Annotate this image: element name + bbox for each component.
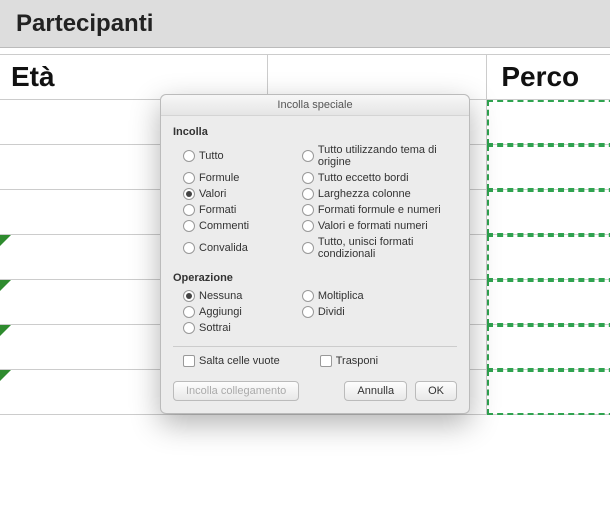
radio-icon	[302, 204, 314, 216]
radio-icon	[183, 220, 195, 232]
paste-option-tutto[interactable]: Tutto	[183, 144, 294, 168]
transpose-label: Trasponi	[336, 355, 378, 367]
radio-icon	[302, 188, 314, 200]
cell-perco[interactable]: 45	[487, 145, 610, 190]
op-option-moltiplica[interactable]: Moltiplica	[302, 290, 457, 302]
paste-option-label: Commenti	[199, 220, 249, 232]
radio-icon	[183, 172, 195, 184]
paste-option-valori_formati_numeri[interactable]: Valori e formati numeri	[302, 220, 457, 232]
cell-perco[interactable]: 23	[487, 100, 610, 145]
paste-option-label: Tutto, unisci formati condizionali	[318, 236, 457, 260]
op-option-dividi[interactable]: Dividi	[302, 306, 457, 318]
op-option-label: Aggiungi	[199, 306, 242, 318]
paste-option-label: Tutto utilizzando tema di origine	[318, 144, 457, 168]
radio-icon	[183, 322, 195, 334]
radio-icon	[302, 172, 314, 184]
paste-option-label: Larghezza colonne	[318, 188, 411, 200]
op-option-label: Sottrai	[199, 322, 231, 334]
paste-option-larghezza_colonne[interactable]: Larghezza colonne	[302, 188, 457, 200]
paste-link-button[interactable]: Incolla collegamento	[173, 381, 299, 401]
cell-perco[interactable]: 43	[487, 370, 610, 415]
cell-perco[interactable]: 32	[487, 190, 610, 235]
paste-option-label: Formati	[199, 204, 236, 216]
paste-option-label: Valori	[199, 188, 226, 200]
paste-option-tutto_condizionali[interactable]: Tutto, unisci formati condizionali	[302, 236, 457, 260]
transpose-checkbox[interactable]: Trasponi	[320, 355, 378, 367]
section-paste-label: Incolla	[173, 126, 457, 138]
paste-option-label: Convalida	[199, 242, 248, 254]
paste-option-formati_formule_numeri[interactable]: Formati formule e numeri	[302, 204, 457, 216]
checkbox-icon	[320, 355, 332, 367]
paste-options-group: Tutto Tutto utilizzando tema di origine Fo…	[183, 144, 457, 260]
op-option-label: Nessuna	[199, 290, 242, 302]
paste-option-valori[interactable]: Valori	[183, 188, 294, 200]
op-option-sottrai[interactable]: Sottrai	[183, 322, 294, 334]
radio-icon	[183, 204, 195, 216]
radio-icon	[302, 242, 314, 254]
header-eta[interactable]: Età	[0, 55, 268, 100]
op-option-label: Dividi	[318, 306, 345, 318]
section-operation-label: Operazione	[173, 272, 457, 284]
ok-button[interactable]: OK	[415, 381, 457, 401]
radio-icon	[183, 242, 195, 254]
cell-perco[interactable]: 21	[487, 280, 610, 325]
paste-option-label: Formule	[199, 172, 239, 184]
paste-option-formule[interactable]: Formule	[183, 172, 294, 184]
skip-blanks-checkbox[interactable]: Salta celle vuote	[183, 355, 280, 367]
paste-option-label: Tutto	[199, 150, 224, 162]
op-option-nessuna[interactable]: Nessuna	[183, 290, 294, 302]
checkbox-icon	[183, 355, 195, 367]
paste-option-label: Tutto eccetto bordi	[318, 172, 409, 184]
cancel-button[interactable]: Annulla	[344, 381, 407, 401]
radio-icon	[183, 306, 195, 318]
header-empty[interactable]	[268, 55, 487, 100]
separator	[173, 346, 457, 347]
radio-icon	[302, 306, 314, 318]
skip-blanks-label: Salta celle vuote	[199, 355, 280, 367]
paste-option-tutto_eccetto_bordi[interactable]: Tutto eccetto bordi	[302, 172, 457, 184]
op-option-label: Moltiplica	[318, 290, 364, 302]
operation-options-group: Nessuna Moltiplica Aggiungi Dividi Sottrai	[183, 290, 457, 334]
paste-option-label: Valori e formati numeri	[318, 220, 428, 232]
header-perco[interactable]: Perco	[487, 55, 610, 100]
radio-icon	[183, 290, 195, 302]
header-bar: Partecipanti	[0, 0, 610, 48]
radio-icon	[302, 290, 314, 302]
paste-special-dialog: Incolla speciale Incolla Tutto Tutto util…	[160, 94, 470, 414]
radio-icon	[302, 150, 314, 162]
paste-option-tutto_tema[interactable]: Tutto utilizzando tema di origine	[302, 144, 457, 168]
radio-icon	[302, 220, 314, 232]
radio-icon	[183, 188, 195, 200]
paste-option-convalida[interactable]: Convalida	[183, 236, 294, 260]
op-option-aggiungi[interactable]: Aggiungi	[183, 306, 294, 318]
paste-option-commenti[interactable]: Commenti	[183, 220, 294, 232]
radio-icon	[183, 150, 195, 162]
dialog-title: Incolla speciale	[161, 95, 469, 116]
paste-option-formati[interactable]: Formati	[183, 204, 294, 216]
page-title: Partecipanti	[16, 10, 153, 38]
cell-perco[interactable]: 32	[487, 325, 610, 370]
paste-option-label: Formati formule e numeri	[318, 204, 441, 216]
cell-perco[interactable]: 44	[487, 235, 610, 280]
